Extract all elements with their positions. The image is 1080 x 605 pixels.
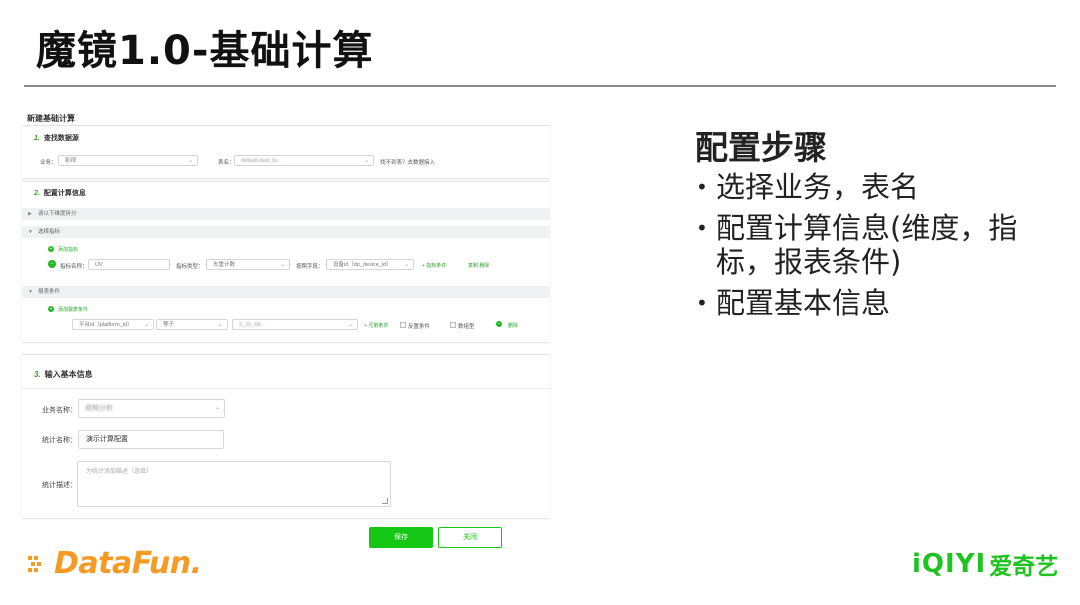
chevron-down-icon: ⌄	[403, 262, 409, 268]
chevron-down-icon: ⌄	[187, 158, 193, 164]
section-basic-info: 3. 输入基本信息 业务名称： 视频分析 ⌄ 统计名称： 演示计算配置 统计描述：…	[22, 354, 550, 518]
step-text: 配置计算信息(维度，指标，报表条件)	[716, 211, 1018, 279]
metric-panel-label: 选择指标	[38, 229, 61, 235]
chevron-down-icon: ⌄	[363, 158, 369, 164]
copy-delete-links[interactable]: 复制 删除	[468, 262, 489, 269]
section-1-heading: 1. 查找数据源	[34, 133, 79, 143]
bullet-icon: •	[696, 175, 708, 199]
section-2-title: 配置计算信息	[43, 190, 86, 197]
plus-circle-icon[interactable]: +	[48, 306, 54, 312]
report-condition-panel-header[interactable]: ▼ 报表条件	[22, 286, 550, 298]
add-metric-condition-link[interactable]: + 指标条件	[422, 262, 446, 269]
stat-desc-placeholder: 为统计添加描述（选填）	[86, 469, 153, 475]
section-3-number: 3.	[34, 370, 41, 379]
metric-type-select[interactable]: 去重计数 ⌄	[206, 259, 290, 270]
metric-name-input[interactable]: UV	[88, 259, 170, 270]
business-name-label: 业务名称：	[42, 407, 77, 414]
array-type-checkbox[interactable]	[450, 322, 456, 328]
field-label: 按照字段：	[296, 264, 324, 270]
dimension-panel-label: 请以下维度拆分	[38, 211, 77, 217]
chevron-down-icon: ⌄	[217, 322, 223, 328]
datafun-logo: DataFun.	[28, 545, 202, 581]
datafun-mark-icon	[28, 556, 41, 572]
condition-field-select[interactable]: 平台id（platform_id） ⌄	[72, 319, 154, 330]
section-3-divider	[22, 388, 550, 389]
business-label: 业务：	[40, 160, 57, 166]
reverse-condition-label: 反置条件	[408, 324, 431, 330]
condition-value-select[interactable]: 2_10_68... ⌄	[232, 319, 358, 330]
metric-type-label: 指标类型：	[176, 264, 204, 270]
caret-right-icon: ▶	[28, 211, 32, 217]
caret-down-icon: ▼	[28, 289, 33, 295]
business-name-value: 视频分析	[85, 405, 113, 412]
metric-panel-header[interactable]: ▼ 选择指标	[22, 226, 550, 238]
table-hint-link[interactable]: 找不到表？去数据接入	[380, 158, 435, 166]
iqiyi-logo: iQIYI 爱奇艺	[912, 549, 1059, 580]
section-2-heading: 2. 配置计算信息	[34, 188, 86, 198]
minus-circle-icon[interactable]: −	[496, 321, 502, 327]
condition-operator-value: 等于	[163, 322, 175, 328]
step-item: • 配置基本信息	[696, 286, 1046, 320]
stat-desc-label: 统计描述：	[42, 482, 77, 489]
add-metric-link[interactable]: 添加指标	[58, 246, 78, 253]
step-item: • 配置计算信息(维度，指标，报表条件)	[696, 211, 1046, 279]
form-screenshot: 新建基础计算 1. 查找数据源 业务： 影视 ⌄ 表名： default.dwd_…	[22, 108, 552, 548]
slide-title: 魔镜1.0-基础计算	[36, 28, 374, 74]
table-select[interactable]: default.dwd_liv... ⌄	[234, 155, 374, 166]
stat-desc-textarea[interactable]: 为统计添加描述（选填）	[77, 461, 391, 507]
caret-down-icon: ▼	[28, 229, 33, 235]
reverse-condition-checkbox[interactable]	[400, 322, 406, 328]
step-item: • 选择业务，表名	[696, 170, 1046, 204]
add-report-condition-link[interactable]: 添加报表条件	[58, 306, 88, 313]
field-select[interactable]: 设备id（dp_device_id） ⌄	[326, 259, 414, 270]
resize-handle-icon[interactable]	[382, 498, 388, 504]
section-compute-config: 2. 配置计算信息 ▶ 请以下维度拆分 ▼ 选择指标 + 添加指标 − 指标名称：…	[22, 181, 550, 342]
business-select-value: 影视	[65, 158, 77, 164]
step-text: 选择业务，表名	[716, 170, 920, 204]
form-page-title: 新建基础计算	[27, 114, 75, 123]
datafun-logo-text: DataFun.	[54, 545, 202, 581]
save-button[interactable]: 保存	[369, 527, 433, 548]
table-select-value: default.dwd_liv...	[241, 158, 282, 164]
delete-condition-link[interactable]: 删除	[508, 322, 518, 329]
metric-name-label: 指标名称：	[60, 264, 88, 270]
steps-list: • 选择业务，表名 • 配置计算信息(维度，指标，报表条件) • 配置基本信息	[696, 170, 1046, 327]
table-label: 表名：	[218, 160, 235, 166]
bullet-icon: •	[696, 216, 708, 240]
stat-name-input[interactable]: 演示计算配置	[78, 430, 224, 449]
report-condition-panel-label: 报表条件	[38, 289, 61, 295]
title-divider	[24, 85, 1056, 87]
add-sibling-condition-link[interactable]: + 兄弟条件	[364, 322, 388, 329]
section-1-number: 1.	[34, 135, 40, 142]
stat-name-label: 统计名称：	[42, 437, 77, 444]
step-text: 配置基本信息	[716, 286, 891, 320]
section-2-number: 2.	[34, 190, 40, 197]
field-select-value: 设备id（dp_device_id）	[333, 262, 392, 268]
chevron-down-icon: ⌄	[214, 405, 220, 411]
bullet-icon: •	[696, 291, 708, 315]
business-select[interactable]: 影视 ⌄	[58, 155, 198, 166]
chevron-down-icon: ⌄	[143, 322, 149, 328]
plus-circle-icon[interactable]: +	[48, 246, 54, 252]
array-type-label: 数组型	[458, 324, 475, 330]
iqiyi-logo-cn: 爱奇艺	[989, 554, 1059, 580]
condition-field-value: 平台id（platform_id）	[79, 322, 133, 328]
metric-type-value: 去重计数	[213, 262, 236, 268]
business-name-select[interactable]: 视频分析 ⌄	[78, 399, 225, 418]
chevron-down-icon: ⌄	[279, 262, 285, 268]
condition-value-text: 2_10_68...	[239, 322, 265, 328]
condition-operator-select[interactable]: 等于 ⌄	[156, 319, 228, 330]
iqiyi-logo-latin: iQIYI	[912, 549, 987, 579]
section-data-source: 1. 查找数据源 业务： 影视 ⌄ 表名： default.dwd_liv... …	[22, 125, 550, 178]
chevron-down-icon: ⌄	[347, 322, 353, 328]
minus-circle-icon[interactable]: −	[48, 260, 56, 268]
section-1-title: 查找数据源	[43, 135, 79, 142]
section-3-title: 输入基本信息	[44, 370, 93, 379]
dimension-panel-header[interactable]: ▶ 请以下维度拆分	[22, 208, 550, 220]
steps-title: 配置步骤	[695, 128, 827, 167]
close-button[interactable]: 关闭	[438, 527, 502, 548]
section-3-heading: 3. 输入基本信息	[34, 369, 93, 380]
